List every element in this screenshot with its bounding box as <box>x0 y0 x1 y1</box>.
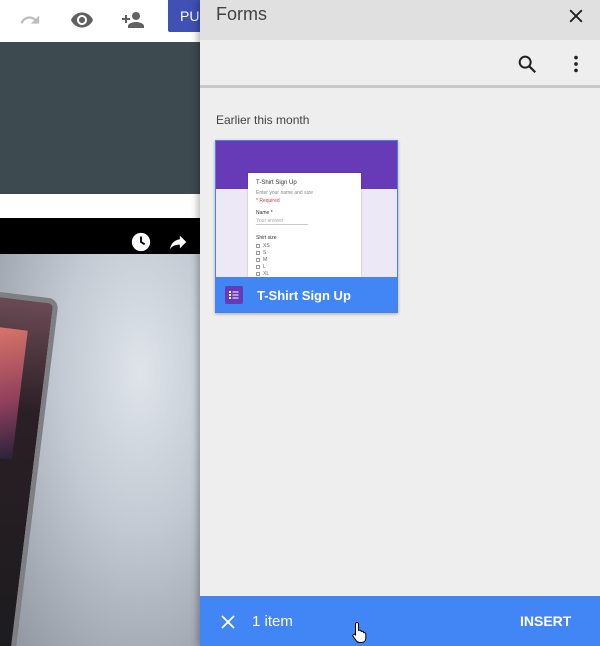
thumbnail-option: L <box>256 264 353 270</box>
add-person-icon[interactable] <box>117 4 149 36</box>
form-card-title: T-Shirt Sign Up <box>257 287 351 303</box>
thumbnail-question: Name * <box>256 210 273 216</box>
form-thumbnail: T-Shirt Sign Up Enter your name and size… <box>216 141 397 277</box>
eye-icon[interactable] <box>66 4 98 36</box>
page-divider <box>0 194 200 218</box>
section-label-earlier-this-month: Earlier this month <box>216 113 310 127</box>
editor-toolbar: PU <box>0 0 208 42</box>
share-arrow-icon[interactable] <box>166 230 190 254</box>
forms-panel: Forms Earlier this month T-Shirt Sign Up… <box>200 0 600 646</box>
tablet-device-image <box>0 287 59 646</box>
more-vert-icon[interactable] <box>562 50 590 78</box>
panel-header: Forms <box>200 0 600 40</box>
thumbnail-option: M <box>256 257 353 263</box>
insert-button[interactable]: INSERT <box>520 605 588 637</box>
thumbnail-option: S <box>256 250 353 256</box>
video-thumbnail[interactable] <box>0 254 200 646</box>
deselect-close-icon[interactable] <box>214 608 242 636</box>
form-card-tshirt-sign-up[interactable]: T-Shirt Sign Up Enter your name and size… <box>215 140 398 313</box>
close-icon[interactable] <box>562 2 590 30</box>
search-icon[interactable] <box>513 50 541 78</box>
form-thumbnail-paper: T-Shirt Sign Up Enter your name and size… <box>248 173 361 277</box>
panel-toolbar <box>200 40 600 88</box>
thumbnail-question: Shirt size <box>256 235 277 241</box>
clock-icon[interactable] <box>129 230 153 254</box>
thumbnail-description: Enter your name and size <box>256 190 313 196</box>
form-card-footer[interactable]: T-Shirt Sign Up <box>216 277 397 312</box>
thumbnail-title: T-Shirt Sign Up <box>256 180 297 186</box>
google-forms-icon <box>225 286 243 304</box>
thumbnail-answer-line: Your answer <box>256 218 308 225</box>
thumbnail-required-note: * Required <box>256 198 280 204</box>
redo-icon[interactable] <box>14 4 46 36</box>
video-top-bar <box>0 218 200 254</box>
selection-action-bar: 1 item INSERT <box>200 596 600 646</box>
selected-item-count: 1 item <box>252 613 293 630</box>
panel-title: Forms <box>216 4 267 24</box>
thumbnail-option: XS <box>256 243 353 249</box>
page-header-banner <box>0 42 200 194</box>
hand-cursor-icon <box>352 621 367 643</box>
